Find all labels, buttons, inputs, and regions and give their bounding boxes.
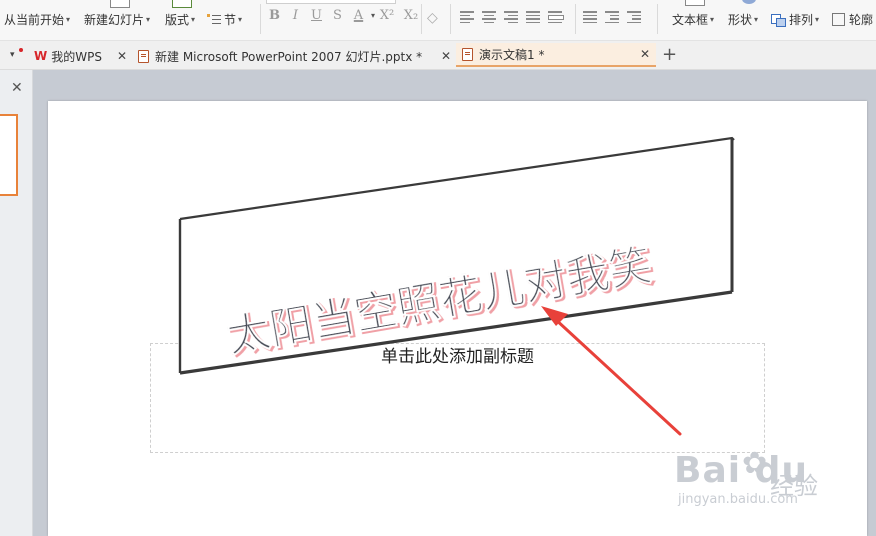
baidu-watermark: Bai du ✿ 经验 jingyan.baidu.com: [670, 440, 870, 536]
annotation-arrow: [541, 306, 682, 436]
watermark-url-text: jingyan.baidu.com: [678, 492, 798, 507]
paw-logo-icon: ✿: [742, 446, 768, 481]
